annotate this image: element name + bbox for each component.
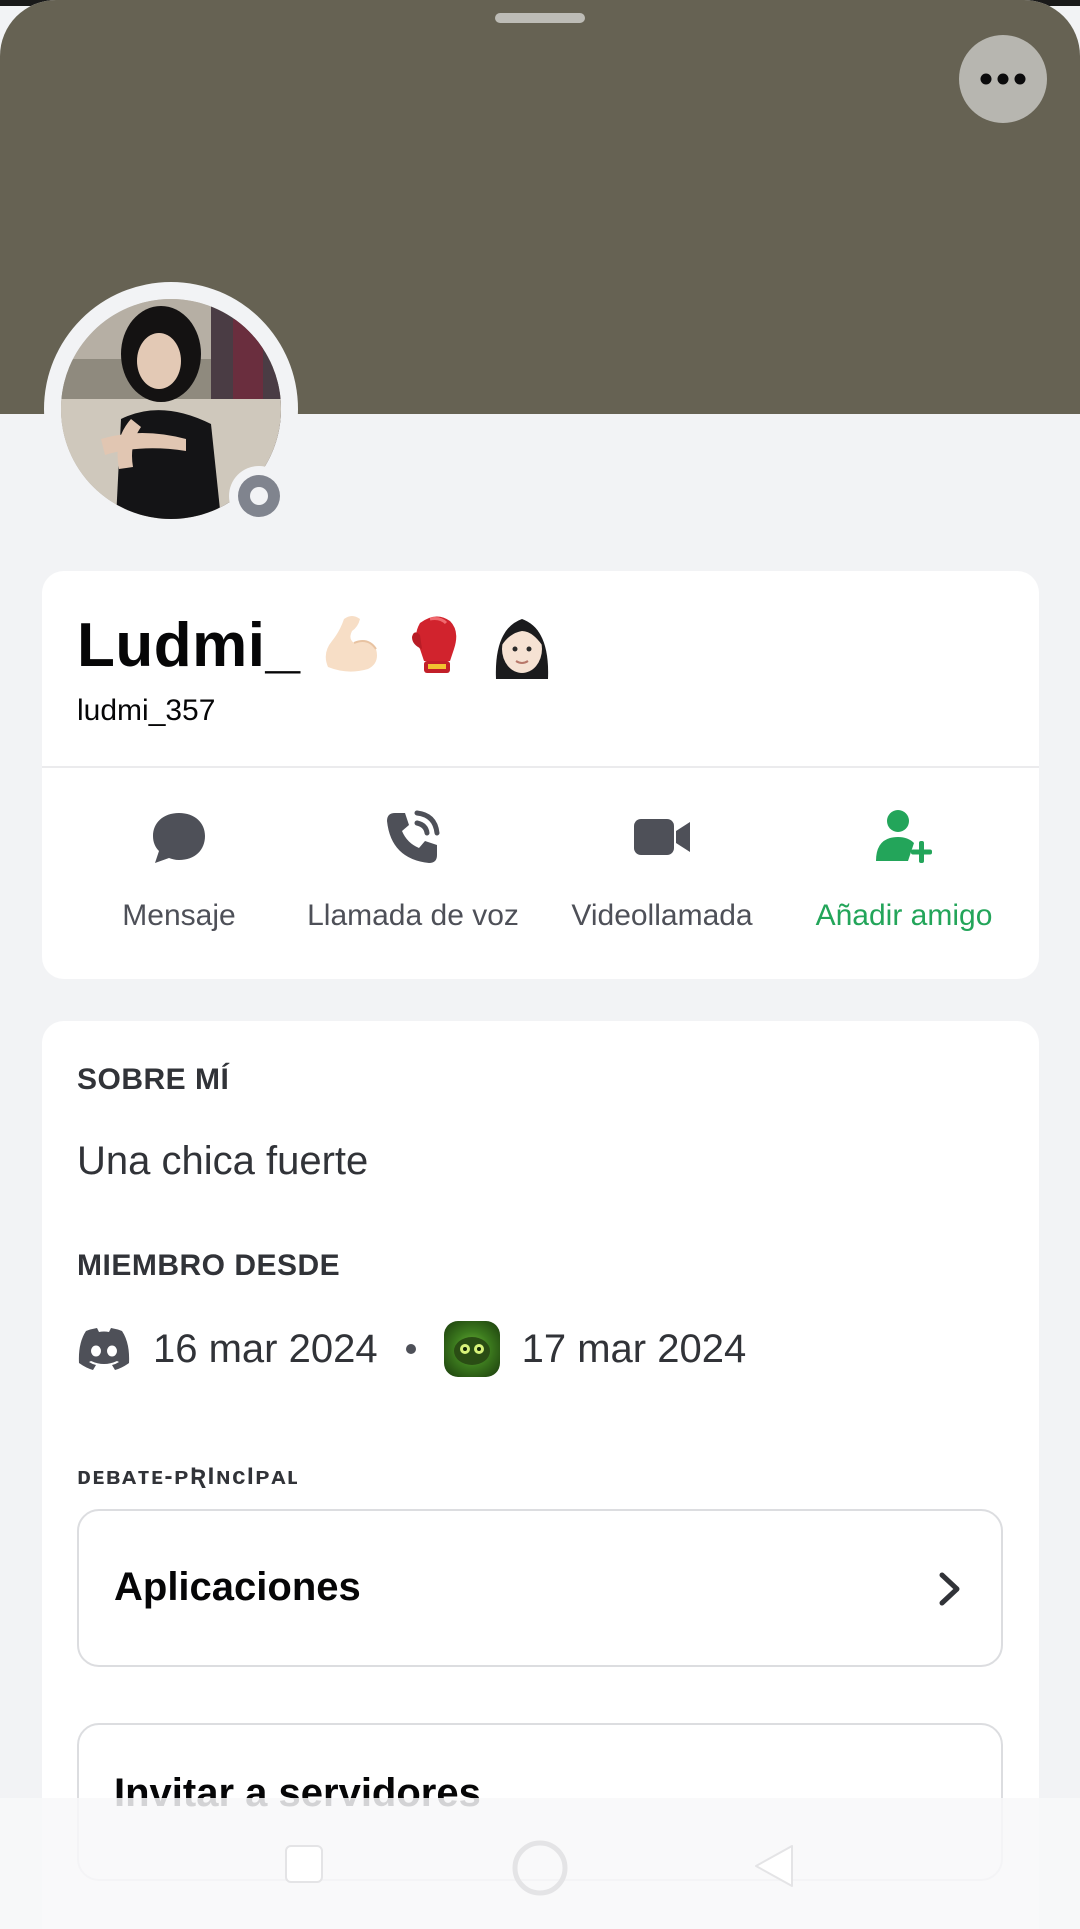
chevron-right-icon bbox=[939, 1572, 960, 1606]
home-icon[interactable] bbox=[510, 1838, 570, 1898]
boxing-glove-icon bbox=[412, 616, 457, 673]
display-name: Ludmi_ bbox=[77, 609, 558, 681]
message-label: Mensaje bbox=[122, 899, 236, 932]
message-button[interactable]: Mensaje bbox=[94, 801, 264, 941]
back-icon[interactable] bbox=[752, 1842, 796, 1890]
discord-logo-icon bbox=[78, 1328, 130, 1370]
profile-sheet: Ludmi_ ludmi_357 Mensaje Llamada de voz … bbox=[0, 0, 1080, 1929]
discord-join-date: 16 mar 2024 bbox=[153, 1326, 378, 1371]
applications-row[interactable]: Aplicaciones bbox=[77, 1509, 1003, 1667]
channel-name: ᴅᴇʙᴀᴛᴇ-ᴘƦIɴᴄIᴘᴀʟ bbox=[77, 1463, 300, 1490]
system-navigation-bar bbox=[0, 1798, 1080, 1929]
about-me-heading: SOBRE MÍ bbox=[77, 1063, 230, 1096]
about-me-text: Una chica fuerte bbox=[77, 1139, 369, 1183]
username: ludmi_357 bbox=[77, 694, 216, 727]
separator-dot bbox=[405, 1344, 416, 1354]
add-friend-label: Añadir amigo bbox=[815, 899, 993, 932]
recent-apps-icon[interactable] bbox=[282, 1842, 326, 1886]
divider bbox=[42, 766, 1039, 768]
add-friend-icon bbox=[876, 810, 932, 863]
server-icon bbox=[443, 1321, 500, 1377]
member-since-row: 16 mar 2024 17 mar 2024 bbox=[77, 1319, 746, 1379]
video-call-button[interactable]: Videollamada bbox=[562, 801, 762, 941]
display-name-text: Ludmi_ bbox=[77, 610, 301, 680]
about-card: SOBRE MÍ Una chica fuerte MIEMBRO DESDE … bbox=[42, 1021, 1039, 1929]
video-camera-icon bbox=[634, 819, 690, 855]
video-call-label: Videollamada bbox=[571, 899, 753, 932]
sheet-drag-handle[interactable] bbox=[495, 13, 585, 23]
more-horizontal-icon bbox=[980, 73, 1026, 85]
add-friend-button[interactable]: Añadir amigo bbox=[804, 801, 1004, 941]
voice-call-button[interactable]: Llamada de voz bbox=[300, 801, 526, 941]
offline-status-icon bbox=[238, 475, 280, 517]
more-options-button[interactable] bbox=[959, 35, 1047, 123]
woman-icon bbox=[496, 619, 549, 679]
profile-card: Ludmi_ ludmi_357 Mensaje Llamada de voz … bbox=[42, 571, 1039, 979]
voice-call-label: Llamada de voz bbox=[307, 899, 519, 932]
action-bar: Mensaje Llamada de voz Videollamada Añad… bbox=[42, 801, 1039, 941]
member-since-heading: MIEMBRO DESDE bbox=[77, 1249, 341, 1282]
flexed-biceps-icon bbox=[326, 616, 378, 672]
message-bubble-icon bbox=[153, 813, 205, 863]
phone-call-icon bbox=[387, 810, 440, 863]
server-join-date: 17 mar 2024 bbox=[521, 1326, 747, 1371]
applications-label: Aplicaciones bbox=[114, 1565, 361, 1609]
